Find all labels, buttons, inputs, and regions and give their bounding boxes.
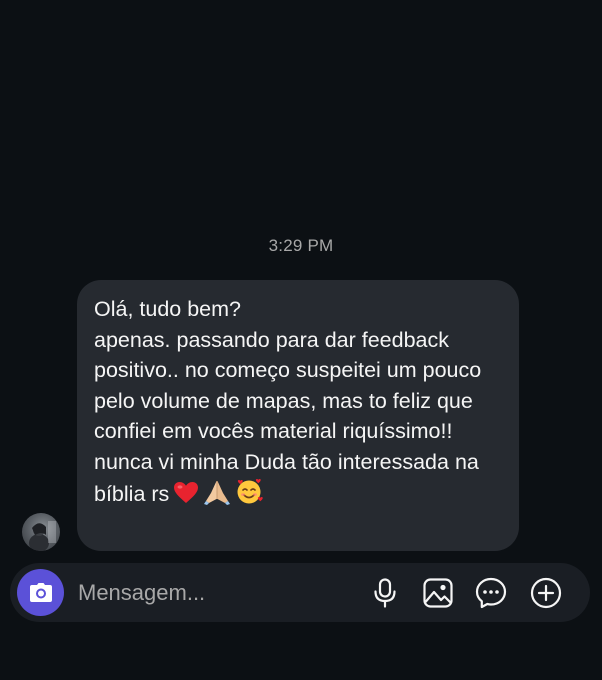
plus-icon xyxy=(530,577,562,609)
camera-button[interactable] xyxy=(17,569,64,616)
gallery-button[interactable] xyxy=(421,576,455,610)
received-message-bubble[interactable]: Olá, tudo bem? apenas. passando para dar… xyxy=(77,280,519,551)
sticker-button[interactable] xyxy=(474,576,508,610)
voice-message-button[interactable] xyxy=(368,576,402,610)
camera-icon xyxy=(29,582,52,602)
message-text: Olá, tudo bem? apenas. passando para dar… xyxy=(94,294,501,510)
folded-hands-icon xyxy=(203,479,231,505)
message-body: Olá, tudo bem? apenas. passando para dar… xyxy=(94,297,482,506)
microphone-icon xyxy=(374,578,396,608)
red-heart-icon xyxy=(173,481,199,505)
smiling-face-with-hearts-icon xyxy=(235,477,264,505)
sender-avatar[interactable] xyxy=(22,513,60,551)
more-options-button[interactable] xyxy=(529,576,563,610)
message-input[interactable]: Mensagem... xyxy=(78,580,205,606)
message-timestamp: 3:29 PM xyxy=(268,236,334,255)
sticker-chat-icon xyxy=(475,577,507,609)
image-icon xyxy=(423,578,453,608)
message-composer: Mensagem... xyxy=(10,563,590,622)
